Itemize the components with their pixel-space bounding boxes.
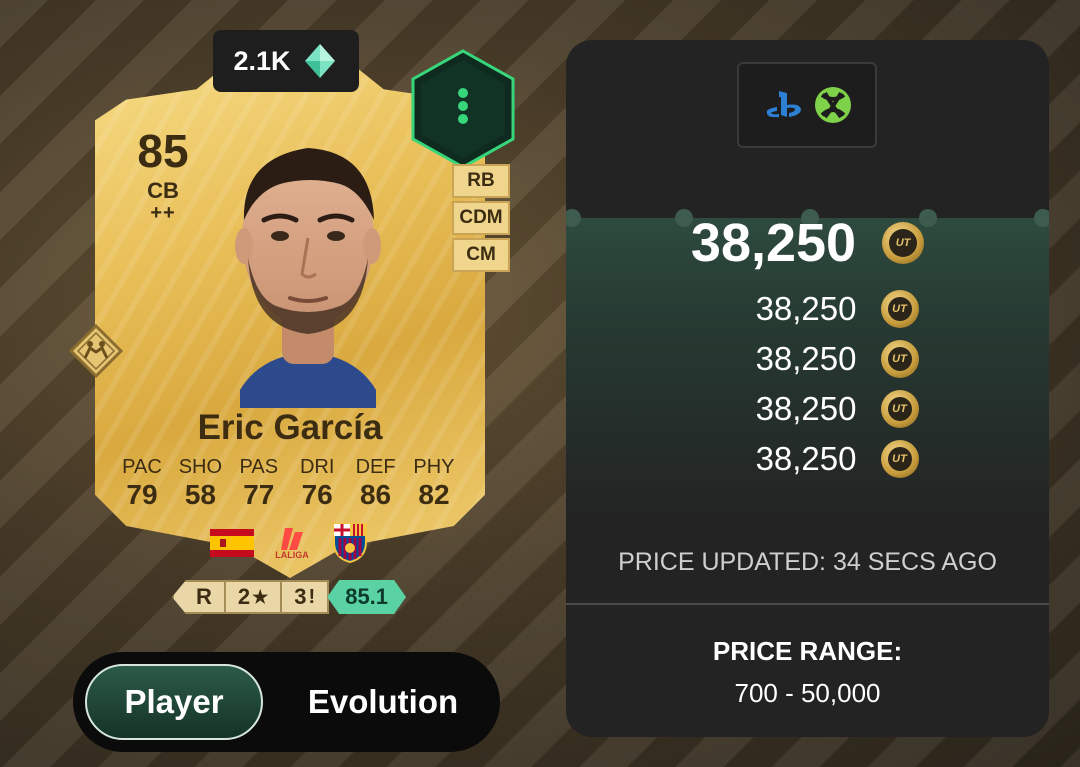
stat-pac: PAC 79 xyxy=(113,456,171,511)
xbox-icon xyxy=(815,87,851,123)
price-listing: 38,250 UT xyxy=(566,390,1049,428)
price-panel: 38,250 UT 38,250 UT 38,250 UT 38,250 UT … xyxy=(566,40,1049,737)
ovr-chip: 85.1 xyxy=(327,580,406,614)
coin-label: UT xyxy=(892,303,907,315)
stat-label: PAS xyxy=(239,456,279,478)
skill-moves-chip: 2 ★ xyxy=(223,580,283,614)
price-listing: 38,250 UT xyxy=(566,290,1049,328)
stats-row: PAC 79 SHO 58 PAS 77 DRI 76 DEF 86 PHY 8… xyxy=(113,456,463,511)
coin-label: UT xyxy=(892,403,907,415)
lowest-price: 38,250 UT xyxy=(566,212,1049,274)
stat-dri: DRI 76 xyxy=(288,456,346,511)
price-range-label: PRICE RANGE: xyxy=(712,636,903,666)
stat-def: DEF 86 xyxy=(347,456,405,511)
exclamation-icon: ! xyxy=(308,585,316,608)
coin-icon: UT xyxy=(880,340,919,378)
gem-icon xyxy=(304,44,335,78)
listing-price: 38,250 xyxy=(755,390,857,427)
coin-label: UT xyxy=(892,353,907,365)
overall-rating: 85 xyxy=(137,125,189,177)
stat-label: DRI xyxy=(299,456,335,478)
price-updated-text: PRICE UPDATED: 34 SECS AGO xyxy=(618,548,997,576)
coin-icon: UT xyxy=(880,290,919,328)
stat-phy: PHY 82 xyxy=(405,456,463,511)
divider xyxy=(566,603,1049,605)
price-listing: 38,250 UT xyxy=(566,440,1049,478)
spain-flag-icon xyxy=(210,529,254,557)
laliga-label: LALIGA xyxy=(275,550,309,560)
primary-position: CB xyxy=(147,178,179,203)
coin-icon: UT xyxy=(880,390,919,428)
card-price-value: 2.1K xyxy=(233,45,291,76)
role-badge-icon xyxy=(69,324,123,378)
coin-label: UT xyxy=(895,237,911,249)
stat-label: PHY xyxy=(413,456,455,478)
card-price-tag: 2.1K xyxy=(213,30,359,92)
listing-price: 38,250 xyxy=(755,340,857,377)
coin-icon: UT xyxy=(882,222,925,264)
preferred-foot-chip: R xyxy=(172,580,226,614)
platform-selector[interactable] xyxy=(737,62,877,148)
stat-value: 76 xyxy=(301,479,333,510)
stat-pas: PAS 77 xyxy=(230,456,288,511)
club-nation-league: LALIGA xyxy=(210,522,370,564)
position-plus: ++ xyxy=(150,202,176,224)
alt-positions: RB CDM CM xyxy=(452,164,510,275)
stat-label: PAC xyxy=(122,456,162,478)
laliga-logo-icon: LALIGA xyxy=(275,526,309,560)
stat-label: SHO xyxy=(178,456,223,478)
barcelona-crest-icon xyxy=(333,523,367,564)
stat-value: 82 xyxy=(418,479,450,510)
playstation-icon xyxy=(766,91,801,118)
lowest-price-value: 38,250 xyxy=(690,213,857,273)
coin-icon: UT xyxy=(880,440,919,478)
alt-position-cm: CM xyxy=(452,238,510,272)
listing-price: 38,250 xyxy=(755,440,857,477)
stat-value: 58 xyxy=(184,479,216,510)
stat-sho: SHO 58 xyxy=(171,456,229,511)
player-evolution-toggle: Player Evolution xyxy=(73,652,500,752)
price-range-value: 700 - 50,000 xyxy=(734,678,881,708)
stat-value: 79 xyxy=(126,479,158,510)
weak-foot-value: 3 xyxy=(294,584,307,609)
stat-value: 77 xyxy=(243,479,275,510)
skill-moves-value: 2 xyxy=(237,584,251,609)
price-listing: 38,250 UT xyxy=(566,340,1049,378)
player-name: Eric García xyxy=(197,408,383,447)
stat-label: DEF xyxy=(355,456,396,478)
evolution-hex-icon[interactable] xyxy=(409,48,517,170)
star-icon: ★ xyxy=(252,586,269,607)
stat-value: 86 xyxy=(359,479,392,510)
alt-position-rb: RB xyxy=(452,164,510,198)
tab-player[interactable]: Player xyxy=(85,664,263,740)
alt-position-cdm: CDM xyxy=(452,201,510,235)
tab-evolution[interactable]: Evolution xyxy=(278,664,488,740)
card-attribute-chips: R 2 ★ 3 ! 85.1 xyxy=(172,580,404,614)
weak-foot-chip: 3 ! xyxy=(280,580,330,614)
listing-price: 38,250 xyxy=(755,290,857,327)
coin-label: UT xyxy=(892,453,907,465)
player-portrait xyxy=(235,148,381,408)
